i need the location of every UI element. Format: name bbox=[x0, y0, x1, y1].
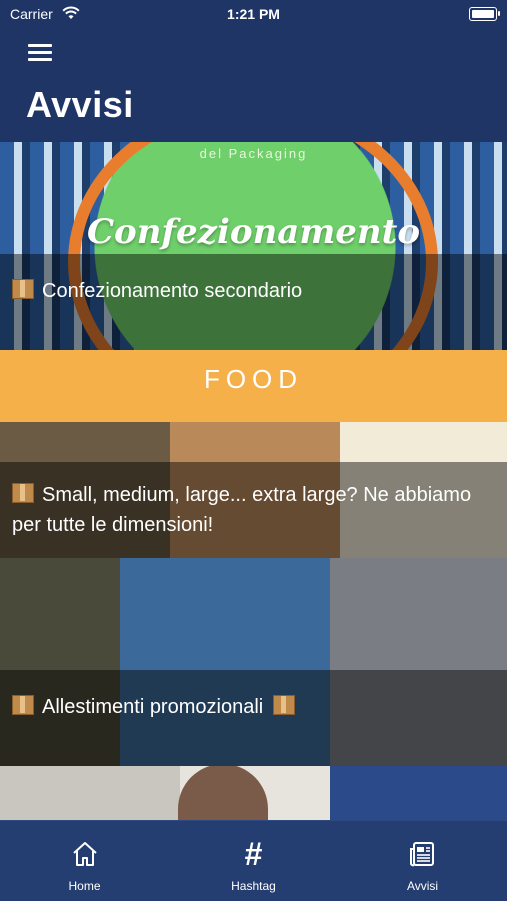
page-title: Avvisi bbox=[26, 84, 134, 125]
card-caption: Allestimenti promozionali bbox=[0, 670, 507, 766]
home-icon bbox=[72, 842, 97, 866]
clock: 1:21 PM bbox=[227, 6, 280, 22]
tab-home[interactable]: Home bbox=[0, 821, 169, 901]
tab-label: Avvisi bbox=[406, 879, 439, 893]
package-icon bbox=[12, 695, 34, 715]
status-bar: Carrier 1:21 PM bbox=[0, 0, 507, 30]
package-icon bbox=[12, 483, 34, 503]
card-caption: Small, medium, large... extra large? Ne … bbox=[0, 462, 507, 558]
tab-label: Home bbox=[68, 879, 101, 893]
card-title: Confezionamento secondario bbox=[42, 280, 303, 302]
battery-icon bbox=[469, 7, 500, 21]
announcements-feed[interactable]: del Packaging Confezionamento Confeziona… bbox=[0, 142, 507, 820]
announcement-card[interactable]: FOOD Small, medium, large... extra large… bbox=[0, 350, 507, 558]
image-banner-text: FOOD bbox=[203, 364, 304, 394]
card-title: Small, medium, large... extra large? Ne … bbox=[12, 484, 472, 536]
package-icon bbox=[12, 279, 34, 299]
hashtag-icon: # bbox=[244, 836, 263, 872]
tab-hashtag[interactable]: # Hashtag bbox=[169, 821, 338, 901]
tab-avvisi[interactable]: Avvisi bbox=[338, 821, 507, 901]
news-icon bbox=[409, 842, 434, 867]
announcement-card[interactable] bbox=[0, 766, 507, 820]
image-brand-text: Confezionamento bbox=[86, 212, 421, 252]
tab-label: Hashtag bbox=[231, 879, 276, 893]
hamburger-menu-icon[interactable] bbox=[28, 44, 52, 62]
tab-bar: Home # Hashtag Avvisi bbox=[0, 820, 507, 901]
card-caption: Confezionamento secondario bbox=[0, 254, 507, 350]
announcement-card[interactable]: del Packaging Confezionamento Confeziona… bbox=[0, 142, 507, 350]
image-text: del Packaging bbox=[199, 146, 308, 161]
card-title: Allestimenti promozionali bbox=[42, 696, 264, 718]
navigation-header: Avvisi bbox=[0, 30, 507, 142]
announcement-card[interactable]: Allestimenti promozionali bbox=[0, 558, 507, 766]
package-icon bbox=[272, 695, 295, 715]
